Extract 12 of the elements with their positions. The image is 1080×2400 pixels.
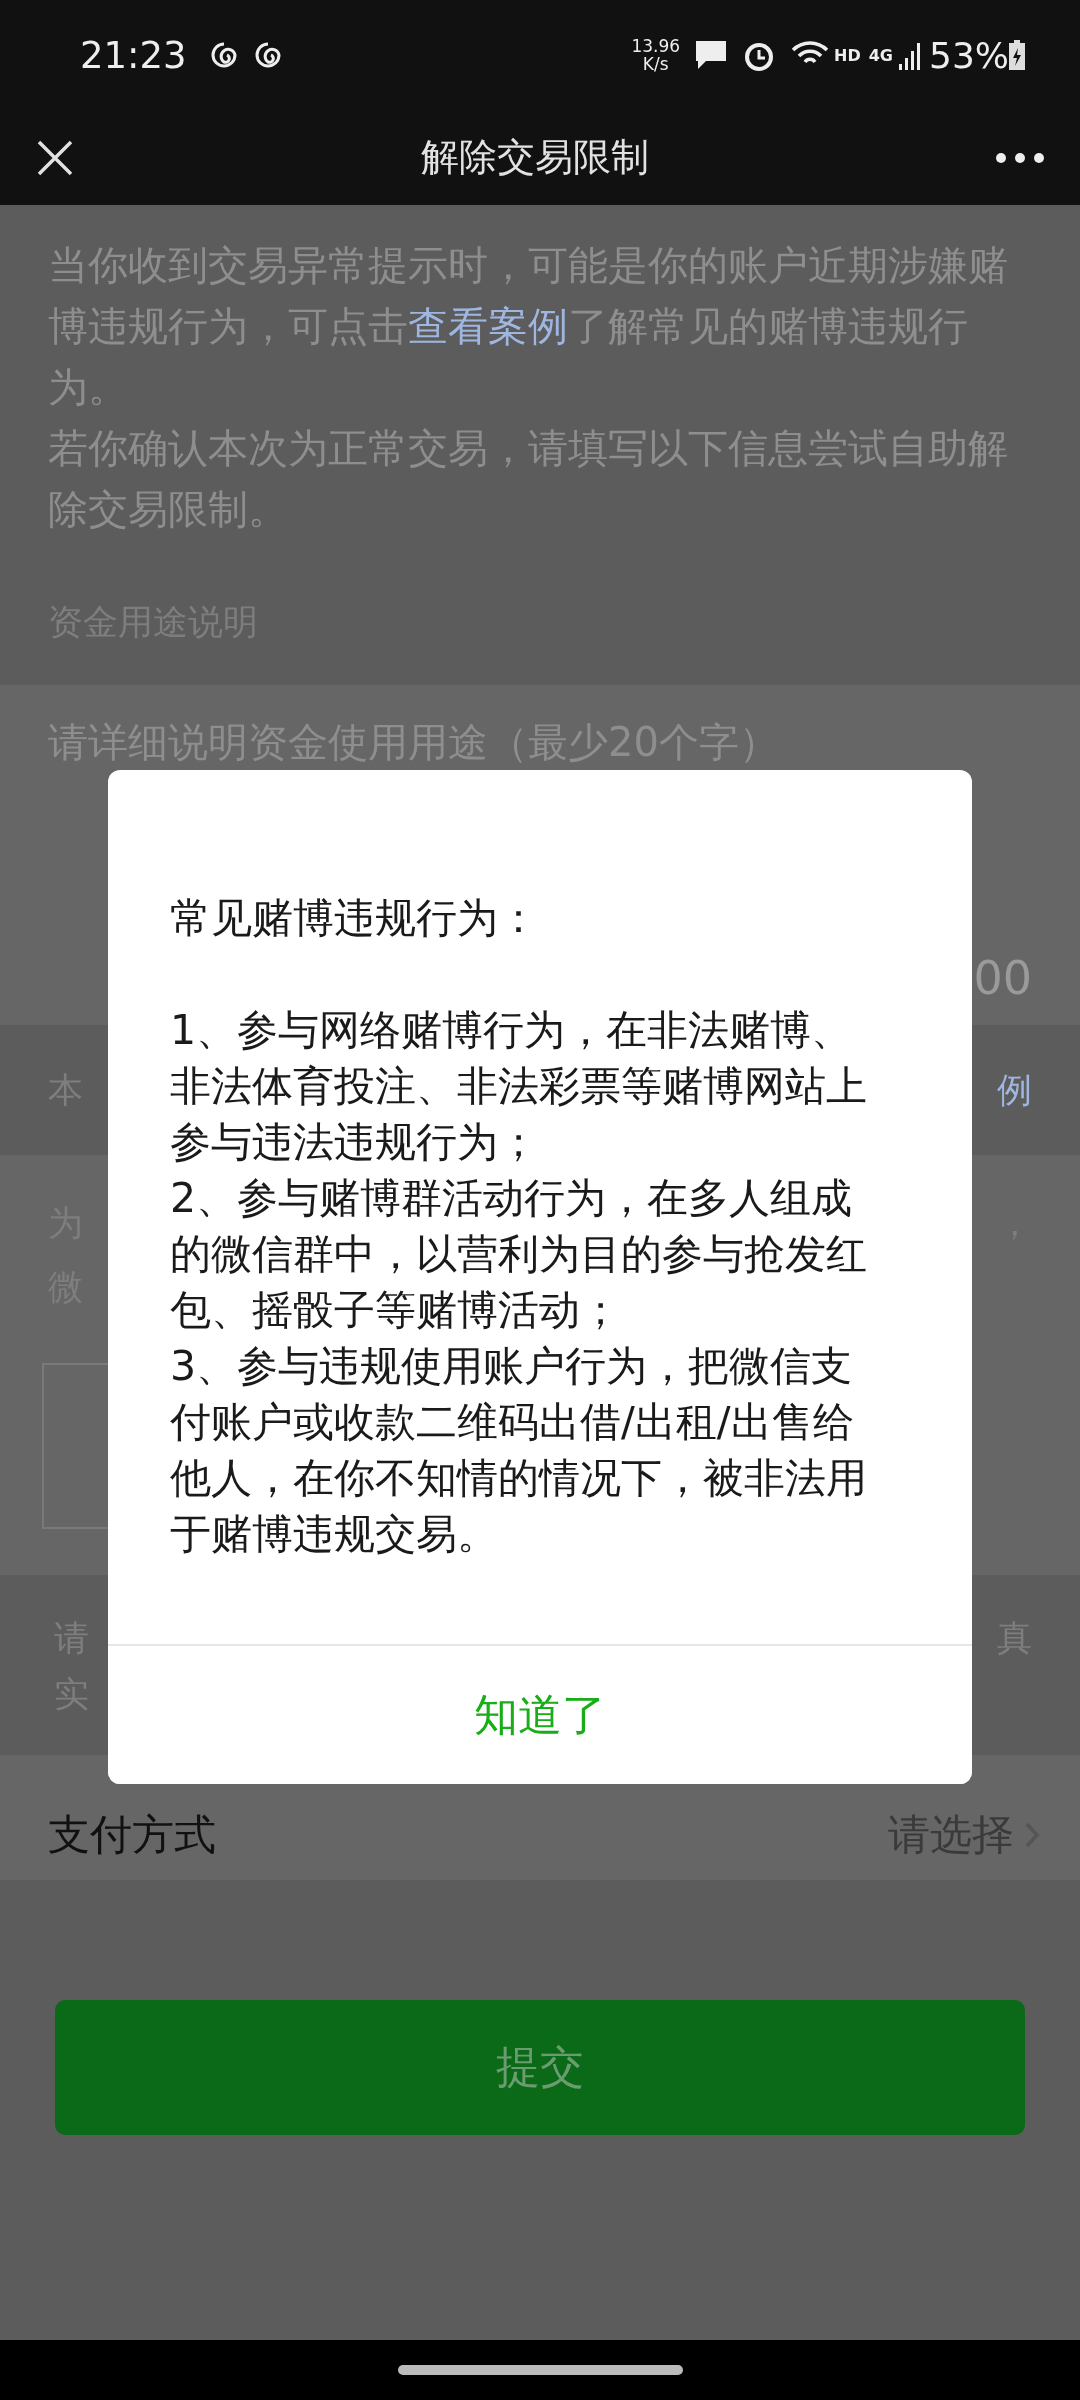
dialog-item: 2、参与赌博群活动行为，在多人组成的微信群中，以营利为目的参与抢发红包、摇骰子等赌博活动；: [170, 1173, 868, 1336]
page-title: 解除交易限制: [421, 134, 649, 181]
clock-time: 21:23: [80, 33, 187, 77]
dialog-item: 3、参与违规使用账户行为，把微信支付账户或收款二维码出借/出租/出售给他人，在你不知情的情况下，被非法用于赌博违规交易。: [170, 1341, 868, 1560]
network-type: 4G: [868, 45, 893, 65]
hd-label: HD: [834, 45, 861, 65]
dialog-item: 1、参与网络赌博行为，在非法赌博、非法体育投注、非法彩票等赌博网站上参与违法违规行为；: [170, 1005, 868, 1168]
payment-label: 支付方式: [48, 1809, 216, 1861]
battery-level: 53%: [929, 34, 1009, 76]
dialog-title: 常见赌博违规行为：: [170, 893, 540, 944]
network-speed: 13.96 K/s: [631, 37, 681, 73]
description-text: ，: [997, 1202, 1032, 1245]
